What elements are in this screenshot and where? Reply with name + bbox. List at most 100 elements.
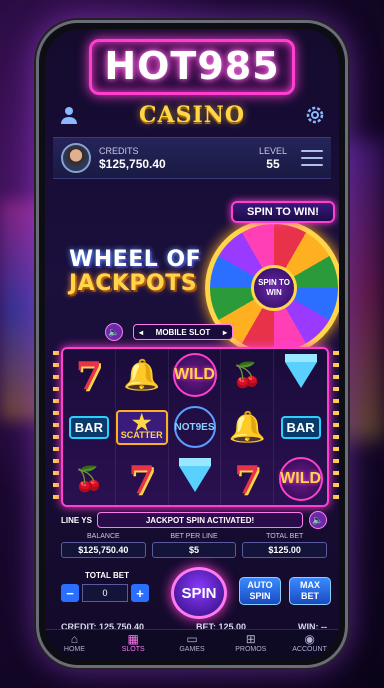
- total-bet-stepper: − 0 +: [61, 583, 149, 603]
- reel-cell: 🍒: [221, 349, 275, 401]
- bell-icon: 🔔: [228, 410, 266, 444]
- jackpot-message: JACKPOT SPIN ACTIVATED!: [97, 512, 303, 528]
- sound-icon[interactable]: 🔈: [105, 323, 123, 341]
- spin-button[interactable]: SPIN: [171, 567, 227, 619]
- level-block: LEVEL 55: [259, 146, 287, 171]
- slot-reels[interactable]: 7🔔WILD🍒BARSCATTERNOT9ES🔔BAR🍒77WILD: [61, 347, 329, 507]
- decrease-bet-button[interactable]: −: [61, 584, 79, 602]
- reel-lights-right: [333, 351, 339, 501]
- total-bet-stepper-label: TOTAL BET: [85, 571, 129, 580]
- auto-spin-button[interactable]: AUTO SPIN: [239, 577, 281, 605]
- phone-screen: HOT985 CASINO CREDITS $125,750.40 LEVEL …: [45, 29, 339, 659]
- nav-home[interactable]: ⌂ HOME: [45, 630, 104, 659]
- nav-games-label: GAMES: [179, 646, 205, 653]
- total-bet-box: TOTAL BET $125.00: [242, 533, 328, 563]
- slot-mode-row: 🔈 ◂ MOBILE SLOT ▸: [105, 323, 339, 341]
- nav-promos-label: PROMOS: [235, 646, 267, 653]
- home-icon: ⌂: [70, 632, 79, 646]
- header: CASINO: [45, 97, 339, 133]
- seven-icon: 7: [234, 456, 261, 502]
- diamond-icon: [178, 458, 211, 492]
- prev-arrow-icon[interactable]: ◂: [139, 328, 143, 337]
- account-icon: ◉: [304, 632, 315, 646]
- avatar[interactable]: [61, 143, 91, 173]
- credits-label: CREDITS: [99, 145, 139, 156]
- reel-cell: NOT9ES: [169, 401, 222, 453]
- total-bet-label: TOTAL BET: [266, 533, 304, 540]
- header-title: CASINO: [138, 102, 246, 128]
- gear-icon[interactable]: [305, 105, 325, 125]
- reel-cell: 7: [63, 349, 116, 401]
- cherry-icon: 🍒: [232, 361, 263, 389]
- balance-row: BALANCE $125,750.40 BET PER LINE $5 TOTA…: [61, 533, 328, 563]
- wild-icon: WILD: [172, 353, 217, 397]
- increase-bet-button[interactable]: +: [131, 584, 149, 602]
- promo-title-line1: WHEEL OF: [69, 247, 202, 272]
- reel-cell: 🔔: [116, 349, 169, 401]
- balance-box: BALANCE $125,750.40: [61, 533, 146, 563]
- bar-icon: BAR: [68, 415, 109, 439]
- seven-icon: 7: [128, 456, 155, 502]
- slots-icon: ▦: [127, 632, 139, 646]
- scatter-icon: SCATTER: [115, 409, 168, 445]
- reel-cell: SCATTER: [115, 401, 169, 453]
- menu-icon[interactable]: [301, 150, 323, 166]
- balance-label: BALANCE: [86, 533, 120, 540]
- spin-to-win-ribbon[interactable]: SPIN TO WIN!: [231, 201, 335, 223]
- phone-frame: HOT985 CASINO CREDITS $125,750.40 LEVEL …: [36, 20, 348, 668]
- games-icon: ▭: [186, 632, 198, 646]
- level-label: LEVEL: [258, 145, 287, 156]
- slot-mode-selector[interactable]: ◂ MOBILE SLOT ▸: [133, 324, 233, 340]
- gift-icon: ⊞: [245, 632, 256, 646]
- nav-account[interactable]: ◉ ACCOUNT: [280, 630, 339, 659]
- total-bet-value: $125.00: [242, 542, 328, 558]
- nav-slots-label: SLOTS: [121, 646, 145, 653]
- bell-icon: 🔔: [123, 358, 161, 392]
- bar-icon: BAR: [280, 415, 321, 439]
- wheel-of-jackpots-promo[interactable]: WHEEL OF JACKPOTS SPIN TO WIN SPIN TO WI…: [45, 181, 339, 357]
- reel-lights-left: [53, 351, 59, 501]
- nav-slots[interactable]: ▦ SLOTS: [104, 630, 163, 659]
- max-bet-button[interactable]: MAX BET: [289, 577, 331, 605]
- reel-cell: [169, 453, 222, 505]
- reel-cell: 🔔: [221, 401, 275, 453]
- not-icon: NOT9ES: [173, 406, 216, 448]
- bet-per-line-label: BET PER LINE: [170, 533, 218, 540]
- lines-label: LINE YS: [61, 515, 92, 525]
- reel-cell: BAR: [274, 401, 327, 453]
- logo-area: HOT985: [45, 39, 339, 95]
- reel-cell: 🍒: [63, 453, 116, 505]
- total-bet-input[interactable]: 0: [82, 584, 128, 602]
- credits-block: CREDITS $125,750.40: [99, 146, 166, 171]
- slot-mode-label: MOBILE SLOT: [155, 327, 211, 337]
- controls: TOTAL BET − 0 + SPIN AUTO SPIN MAX BET: [61, 567, 331, 619]
- bet-per-line-value[interactable]: $5: [151, 542, 237, 558]
- lines-row: LINE YS JACKPOT SPIN ACTIVATED! 🔈: [61, 511, 327, 529]
- seven-icon: 7: [75, 352, 103, 398]
- level-value: 55: [266, 156, 280, 171]
- bet-per-line-box: BET PER LINE $5: [151, 533, 237, 563]
- wheel-center-label[interactable]: SPIN TO WIN: [251, 265, 297, 311]
- cherry-icon: 🍒: [73, 465, 104, 493]
- balance-value: $125,750.40: [61, 542, 146, 558]
- nav-promos[interactable]: ⊞ PROMOS: [221, 630, 280, 659]
- reel-cell: 7: [221, 453, 275, 505]
- wild-icon: WILD: [278, 457, 323, 501]
- nav-home-label: HOME: [63, 646, 85, 653]
- diamond-icon: [284, 354, 317, 388]
- reel-cell: [274, 349, 327, 401]
- promo-title-line2: JACKPOTS: [69, 271, 198, 296]
- nav-account-label: ACCOUNT: [292, 646, 327, 653]
- credits-value: $125,750.40: [99, 156, 166, 171]
- bottom-nav: ⌂ HOME ▦ SLOTS ▭ GAMES ⊞ PROMOS ◉ ACCOUN…: [45, 629, 339, 659]
- logo-text: HOT985: [104, 44, 280, 88]
- next-arrow-icon[interactable]: ▸: [223, 328, 227, 337]
- nav-games[interactable]: ▭ GAMES: [163, 630, 222, 659]
- reel-cell: WILD: [169, 349, 222, 401]
- reel-cell: 7: [116, 453, 169, 505]
- logo-neon-frame: HOT985: [89, 39, 295, 95]
- reel-cell: WILD: [274, 453, 327, 505]
- reel-cell: BAR: [63, 401, 116, 453]
- volume-icon[interactable]: 🔈: [309, 511, 327, 529]
- user-icon[interactable]: [59, 105, 79, 125]
